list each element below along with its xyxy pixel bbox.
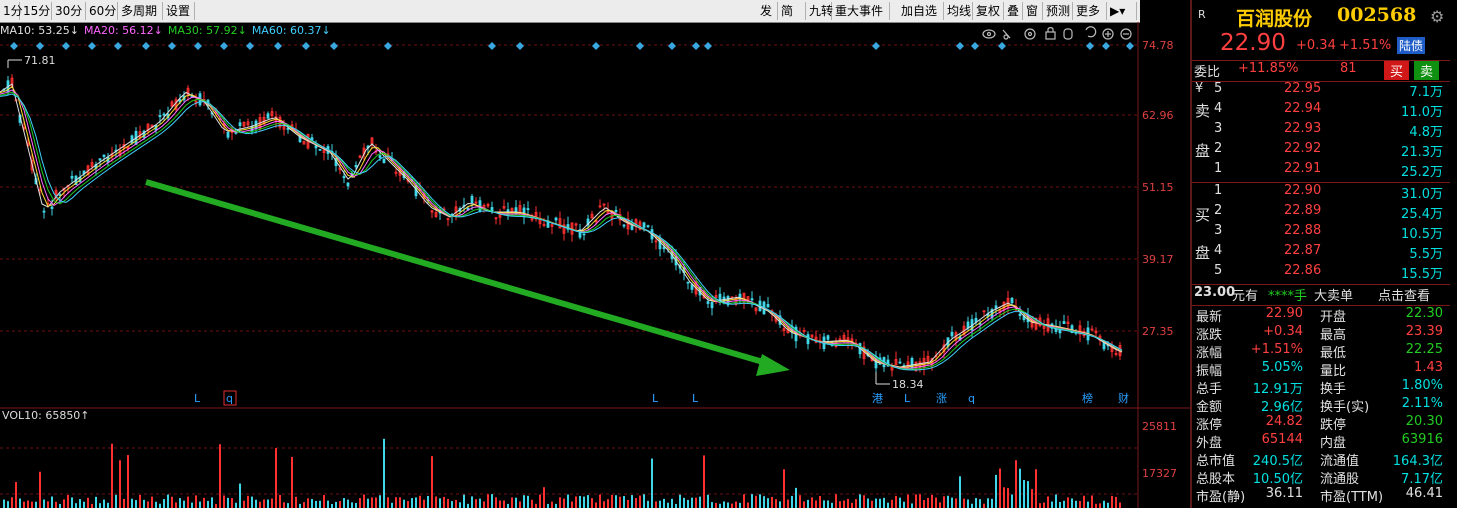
tool-btn-8[interactable]: 窗 [1023,2,1043,20]
bid-row: 3 22.88 10.5万 [1214,223,1443,242]
volume-axis-label: 25811 [1142,420,1177,433]
period-btn-0[interactable]: 1分 [0,2,23,20]
svg-text:71.81: 71.81 [24,54,56,67]
event-marker[interactable]: q [968,392,975,405]
stat-row: 总股本 10.50亿 流通股 7.17亿 [1196,472,1443,487]
high-annotation: 71.81 [7,54,56,68]
price-axis-label: 62.96 [1142,109,1174,122]
ask-row: ¥5 22.95 7.1万 [1195,81,1443,100]
zoom-out-icon[interactable] [1120,28,1132,40]
event-marker[interactable]: 财 [1118,391,1129,405]
stat-row: 总手 12.91万 换手 1.80% [1196,378,1443,397]
undo-icon[interactable] [1085,26,1097,38]
low-annotation: 18.34 [875,372,924,391]
kline-chart[interactable]: 74.78 62.96 51.15 39.17 27.35 25811 17327 Lq L L… [0,22,1190,508]
stat-row: 外盘 65144 内盘 63916 [1196,432,1443,451]
connect-tag[interactable]: 陆债 [1397,37,1426,54]
volume-axis-label: 17327 [1142,467,1177,480]
price-axis-label: 51.15 [1142,181,1174,194]
price-axis-label: 74.78 [1142,39,1174,52]
tool-btn-3[interactable]: 重大事件 [832,2,890,20]
stat-row: 涨跌 +0.34 最高 23.39 [1196,324,1443,343]
eye-icon[interactable] [982,29,996,39]
stat-row: 涨停 24.82 跌停 20.30 [1196,414,1443,433]
ask-row: 4 22.94 11.0万 [1214,101,1443,120]
tool-btn-4[interactable]: 加自选 [898,2,944,20]
hand-icon[interactable] [1063,28,1073,40]
stat-row: 总市值 240.5亿 流通值 164.3亿 [1196,454,1443,469]
price-axis-label: 39.17 [1142,253,1174,266]
lock-icon[interactable] [1045,27,1056,40]
sell-button[interactable]: 卖 [1414,61,1440,80]
price-change: +0.34 [1296,38,1336,53]
tool-btn-2[interactable]: 九转 [806,2,833,20]
stat-row: 最新 22.90 开盘 22.30 [1196,306,1443,325]
more-arrow-icon[interactable]: ▶▾ [1107,2,1137,20]
bid-row: 1 22.90 31.0万 [1214,183,1443,202]
order-ratio-row: 委比 +11.85% 81 买 卖 [1192,61,1447,81]
tool-btn-1[interactable]: 简 [778,2,806,20]
ask-row: 1 22.91 25.2万 [1214,161,1443,180]
price-axis-label: 27.35 [1142,325,1174,338]
period-btn-3[interactable]: 60分 [86,2,118,20]
tool-btn-9[interactable]: 预测 [1043,2,1073,20]
crosshair-icon[interactable] [1024,28,1036,40]
bid-row: 4 22.87 5.5万 [1214,243,1443,262]
period-toolbar: 1分 15分 30分 60分 多周期 设置 发简九转 重大事件 加自选 均线 复权叠窗预测 更多 ▶▾ [0,0,1140,23]
bid-row: 5 22.86 15.5万 [1214,263,1443,282]
tool-btn-10[interactable]: 更多 [1073,2,1107,20]
stock-name: 百润股份 [1236,8,1313,30]
event-marker[interactable]: L [692,392,699,405]
stat-row: 市盈(静) 36.11 市盈(TTM) 46.41 [1196,486,1443,505]
quote-panel: R 百润股份 002568 ⚙ 22.90 +0.34 +1.51% 陆债 委比… [1190,0,1457,508]
view-link[interactable]: 点击查看 [1378,285,1430,304]
period-btn-4[interactable]: 多周期 [118,2,163,20]
tool-btn-6[interactable]: 复权 [973,2,1004,20]
event-marker[interactable]: L [904,392,911,405]
event-marker[interactable]: 榜 [1082,391,1093,405]
price-change-pct: +1.51% [1339,38,1392,53]
stock-code: 002568 [1337,4,1417,26]
volume-label: VOL10: 65850↑ [2,409,90,422]
svg-text:18.34: 18.34 [892,378,924,391]
ask-row: 3 22.93 4.8万 [1214,121,1443,140]
period-btn-2[interactable]: 30分 [52,2,86,20]
period-btn-1[interactable]: 15分 [20,2,52,20]
event-marker[interactable]: L [194,392,201,405]
stat-row: 金额 2.96亿 换手(实) 2.11% [1196,396,1443,415]
bid-row: 2 22.89 25.4万 [1214,203,1443,222]
zoom-in-icon[interactable] [1102,28,1114,40]
stat-row: 涨幅 +1.51% 最低 22.25 [1196,342,1443,361]
tool-btn-7[interactable]: 叠 [1004,2,1023,20]
event-marker[interactable]: 涨 [936,392,947,405]
scissors-icon[interactable] [1002,29,1011,40]
tool-btn-5[interactable]: 均线 [944,2,973,20]
stat-row: 振幅 5.05% 量比 1.43 [1196,360,1443,379]
period-btn-5[interactable]: 设置 [163,2,195,20]
ask-row: 2 22.92 21.3万 [1214,141,1443,160]
gear-icon[interactable]: ⚙ [1430,7,1444,26]
event-marker[interactable]: 港 [872,392,883,405]
event-marker[interactable]: L [652,392,659,405]
event-marker[interactable]: q [226,392,233,405]
header-letter: R [1198,8,1206,21]
big-order-row[interactable]: 23.00 元有 ****手 大卖单 点击查看 [1192,285,1447,305]
buy-button[interactable]: 买 [1384,61,1410,80]
tool-btn-0[interactable]: 发 [757,2,778,20]
current-price: 22.90 [1220,30,1286,56]
